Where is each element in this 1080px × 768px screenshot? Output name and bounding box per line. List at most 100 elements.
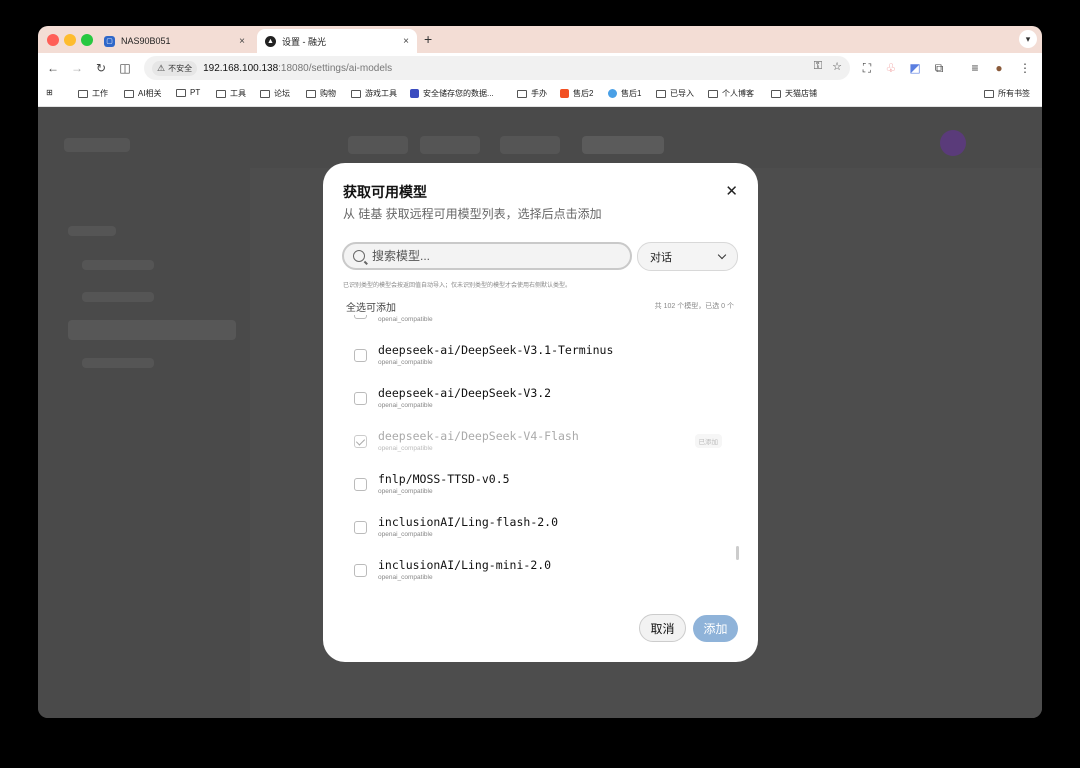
minimize-window-button[interactable]: [64, 34, 76, 46]
folder-icon: [984, 89, 994, 98]
sidebar-item-active: [68, 320, 236, 340]
reading-list-icon[interactable]: ≡: [966, 59, 984, 77]
model-checkbox[interactable]: [354, 521, 367, 534]
cancel-button[interactable]: 取消: [639, 614, 686, 642]
translate-extension-icon[interactable]: ◩: [906, 59, 924, 77]
split-view-icon[interactable]: ◫: [116, 59, 134, 77]
sidebar-item: [82, 292, 154, 302]
model-type-value: 对话: [650, 251, 672, 264]
folder-icon: [351, 89, 361, 98]
password-key-icon[interactable]: ⚿: [814, 60, 822, 73]
apps-grid-icon[interactable]: ⊞: [46, 88, 53, 97]
add-button[interactable]: 添加: [693, 615, 738, 642]
sidebar-heading: [68, 226, 116, 236]
list-item[interactable]: fnlp/MOSS-TTSD-v0.5 openai_compatible: [323, 467, 758, 510]
model-provider: openai_compatible: [378, 445, 433, 452]
tab-settings[interactable]: ▲ 设置 - 融光 ×: [257, 29, 417, 53]
folder-icon: [306, 89, 316, 98]
model-checkbox-checked: [354, 435, 367, 448]
list-scrollbar[interactable]: [736, 546, 739, 560]
pink-extension-icon[interactable]: ♧: [882, 59, 900, 77]
bookmark-folder[interactable]: 工作: [78, 88, 108, 99]
list-item[interactable]: deepseek-ai/DeepSeek-V3.1-Terminus opena…: [323, 338, 758, 381]
avatar: [940, 130, 966, 156]
model-name: inclusionAI/Ling-mini-2.0: [378, 558, 552, 572]
nav-item: [420, 136, 480, 154]
close-icon[interactable]: ✕: [725, 182, 738, 200]
url-path: :18080/settings/ai-models: [278, 62, 393, 74]
bookmark-link[interactable]: 售后1: [608, 88, 641, 99]
bookmark-folder[interactable]: 购物: [306, 88, 336, 99]
model-provider: openai_compatible: [378, 531, 433, 538]
model-count: 共 102 个模型，已选 0 个: [654, 303, 734, 310]
bookmark-star-icon[interactable]: ☆: [832, 60, 842, 73]
dialog-title: 获取可用模型: [343, 184, 427, 200]
tab-strip: ▢ NAS90B051 × ▲ 设置 - 融光 × + ▾: [38, 26, 1042, 53]
bookmark-folder[interactable]: 手办: [517, 88, 547, 99]
fetch-models-dialog: 获取可用模型 从 硅基 获取远程可用模型列表，选择后点击添加 ✕ 对话 已识别类…: [323, 163, 758, 662]
close-window-button[interactable]: [47, 34, 59, 46]
model-name: deepseek-ai/DeepSeek-V4-Flash: [378, 429, 579, 443]
bookmarks-bar: ⊞ 工作 AI相关 PT 工具 论坛 购物 游戏工具 安全储存您的数据... 手…: [38, 83, 1042, 107]
list-item[interactable]: inclusionAI/Ling-flash-2.0 openai_compat…: [323, 510, 758, 553]
bookmark-folder[interactable]: 已导入: [656, 88, 694, 99]
bookmark-folder-all[interactable]: 所有书签: [984, 88, 1030, 99]
address-bar[interactable]: ⚠ 不安全 192.168.100.138:18080/settings/ai-…: [144, 56, 850, 80]
model-search-input[interactable]: [372, 249, 612, 263]
tab-close-icon[interactable]: ×: [403, 36, 409, 47]
model-checkbox[interactable]: [354, 564, 367, 577]
model-name: fnlp/MOSS-TTSD-v0.5: [378, 472, 510, 486]
profile-avatar-icon[interactable]: ●: [990, 59, 1008, 77]
extensions-puzzle-icon[interactable]: ⧉: [930, 59, 948, 77]
more-menu-icon[interactable]: ⋮: [1016, 59, 1034, 77]
bookmark-folder[interactable]: 个人博客: [708, 88, 754, 99]
nav-item: [500, 136, 560, 154]
folder-icon: [708, 89, 718, 98]
back-arrow-icon[interactable]: ←: [44, 59, 62, 77]
zoom-window-button[interactable]: [81, 34, 93, 46]
list-item-added: deepseek-ai/DeepSeek-V4-Flash openai_com…: [323, 424, 758, 467]
model-search-box[interactable]: [342, 242, 632, 270]
security-chip[interactable]: ⚠ 不安全: [152, 60, 198, 76]
tab-close-icon[interactable]: ×: [239, 36, 245, 47]
list-item[interactable]: openai_compatible: [323, 315, 758, 338]
new-tab-button[interactable]: +: [424, 31, 432, 47]
model-checkbox[interactable]: [354, 349, 367, 362]
model-list[interactable]: openai_compatible deepseek-ai/DeepSeek-V…: [323, 315, 758, 597]
url-host: 192.168.100.138: [203, 62, 279, 74]
tab-nas[interactable]: ▢ NAS90B051 ×: [96, 29, 253, 53]
import-hint: 已识别类型的模型会按返回值自动导入；仅未识别类型的模型才会使用右侧默认类型。: [343, 283, 572, 289]
folder-icon: [216, 89, 226, 98]
model-provider: openai_compatible: [378, 574, 433, 581]
model-checkbox[interactable]: [354, 315, 367, 319]
list-item[interactable]: inclusionAI/Ling-mini-2.0 openai_compati…: [323, 553, 758, 596]
bookmark-folder[interactable]: AI相关: [124, 88, 162, 99]
bookmark-folder[interactable]: 游戏工具: [351, 88, 397, 99]
folder-icon: [260, 89, 270, 98]
bookmark-folder[interactable]: 工具: [216, 88, 246, 99]
bookmark-link[interactable]: 安全储存您的数据...: [410, 88, 494, 99]
tab-title: NAS90B051: [121, 36, 171, 46]
model-type-select[interactable]: 对话: [637, 242, 738, 271]
folder-icon: [176, 88, 186, 97]
site-favicon-icon: [410, 89, 419, 98]
model-checkbox[interactable]: [354, 392, 367, 405]
bookmark-link[interactable]: 售后2: [560, 88, 593, 99]
screenshot-extension-icon[interactable]: ⛶: [858, 59, 876, 77]
model-name: inclusionAI/Ling-flash-2.0: [378, 515, 559, 529]
search-icon: [353, 250, 365, 262]
model-checkbox[interactable]: [354, 478, 367, 491]
list-item[interactable]: deepseek-ai/DeepSeek-V3.2 openai_compati…: [323, 381, 758, 424]
forward-arrow-icon[interactable]: →: [68, 59, 86, 77]
bookmark-folder[interactable]: 论坛: [260, 88, 290, 99]
bookmark-folder[interactable]: PT: [176, 88, 200, 97]
select-all-link[interactable]: 全选可添加: [346, 299, 396, 314]
bookmark-folder[interactable]: 天猫店铺: [771, 88, 817, 99]
added-badge: 已添加: [694, 434, 722, 448]
model-name: deepseek-ai/DeepSeek-V3.2: [378, 386, 552, 400]
nas-favicon-icon: ▢: [104, 35, 115, 47]
reload-icon[interactable]: ↻: [92, 59, 110, 77]
model-provider: openai_compatible: [378, 488, 433, 495]
tab-search-button[interactable]: ▾: [1019, 30, 1037, 48]
sidebar-item: [82, 358, 154, 368]
